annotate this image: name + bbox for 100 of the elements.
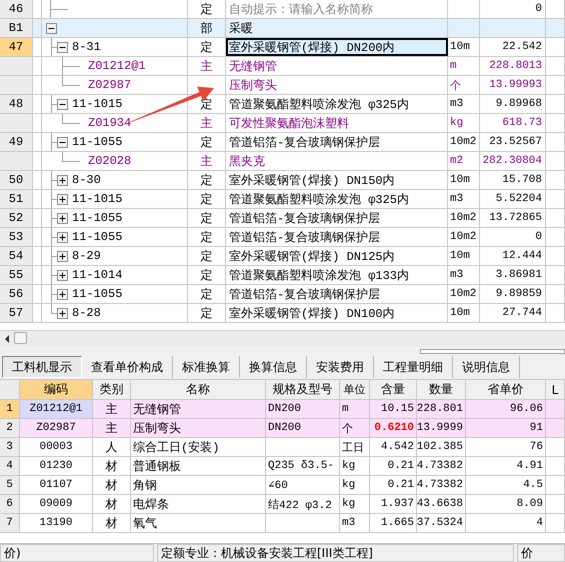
name-cell[interactable]: 管道聚氨酯塑料喷涂发泡 φ325内 [226, 95, 448, 113]
table-cell: 材 [93, 514, 131, 532]
name-cell[interactable]: 采暖 [226, 19, 448, 37]
expand-icon[interactable] [57, 232, 68, 242]
table-cell: 01230 [20, 457, 93, 475]
name-cell[interactable]: 室外采暖钢管(焊接) DN125内 [226, 247, 448, 265]
row-header[interactable]: 46 [0, 0, 33, 18]
tab[interactable]: 工料机显示 [2, 356, 82, 378]
table-cell: DN200 [266, 400, 340, 418]
name-cell[interactable]: 管道铝箔-复合玻璃钢保护层 [226, 209, 448, 227]
table-cell: 无缝钢管 [131, 400, 266, 418]
column-header[interactable]: 编码 [20, 380, 93, 399]
unit-text: 10m [450, 41, 470, 53]
row-header[interactable]: 51 [0, 190, 33, 208]
name-cell[interactable]: 黑夹克 [226, 152, 448, 170]
expand-icon[interactable] [57, 308, 68, 318]
name-cell[interactable]: 室外采暖钢管(焊接) DN150内 [226, 171, 448, 189]
table-cell: 43.6638 [417, 495, 466, 513]
row-header[interactable]: B1 [0, 19, 33, 37]
table-cell: Q235 δ3.5- [266, 457, 340, 475]
row-header[interactable]: 57 [0, 304, 33, 322]
row-header[interactable]: 1 [0, 400, 20, 418]
type-text: 部 [200, 20, 212, 36]
type-text: 定 [200, 210, 212, 226]
row-header[interactable]: 2 [0, 419, 20, 437]
row-header[interactable]: 49 [0, 133, 33, 151]
name-cell[interactable]: 管道铝箔-复合玻璃钢保护层 [226, 228, 448, 246]
expand-icon[interactable] [57, 250, 68, 262]
name-cell[interactable]: 管道聚氨酯塑料喷涂发泡 φ325内 [226, 190, 448, 208]
row-header[interactable]: 7 [0, 514, 20, 532]
unit-text: m3 [450, 193, 464, 205]
table-cell: 0.6210 [370, 419, 417, 437]
row-header[interactable]: 56 [0, 285, 33, 303]
name-cell[interactable]: 无缝钢管 [226, 57, 448, 75]
table-cell: 10.15 [370, 400, 417, 418]
row-header[interactable]: 54 [0, 247, 33, 265]
unit-text: 个 [450, 79, 461, 92]
column-header[interactable]: 名称 [131, 380, 266, 399]
table-cell: 228.801 [417, 400, 466, 418]
name-cell[interactable]: 可发性聚氨酯泡沫塑料 [226, 114, 448, 132]
collapse-icon[interactable] [57, 98, 68, 110]
code-text: 8-31 [72, 40, 101, 54]
name-cell[interactable]: 管道铝箔-复合玻璃钢保护层 [226, 285, 448, 303]
type-text: 定 [200, 230, 212, 246]
row-header[interactable]: 48 [0, 95, 33, 113]
expand-icon[interactable] [57, 174, 68, 186]
column-header[interactable]: L [546, 380, 565, 399]
name-cell[interactable]: 管道聚氨酯塑料喷涂发泡 φ133内 [226, 266, 448, 284]
column-header[interactable]: 含量 [370, 380, 417, 399]
unit-text: m3 [450, 98, 464, 110]
column-header[interactable]: 省单价 [466, 380, 546, 399]
type-text: 定 [200, 134, 212, 150]
table-cell: 电焊条 [131, 495, 266, 513]
collapse-icon[interactable] [57, 42, 68, 52]
row-header[interactable]: 53 [0, 228, 33, 246]
name-cell[interactable]: 压制弯头 [226, 76, 448, 94]
unit-text: 10m [450, 250, 470, 262]
code-text: Z02028 [88, 154, 132, 168]
scrollbar-thumb[interactable] [14, 332, 27, 344]
name-cell[interactable]: 管道铝箔-复合玻璃钢保护层 [226, 133, 448, 151]
status-bar-panel: 价) [0, 544, 154, 562]
column-header[interactable]: 类别 [93, 380, 131, 399]
table-cell: 1.665 [370, 514, 417, 532]
table-cell: 压制弯头 [131, 419, 266, 437]
table-cell: 人 [93, 438, 131, 456]
row-header[interactable]: 4 [0, 457, 20, 475]
row-header[interactable]: 3 [0, 438, 20, 456]
table-cell: 角钢 [131, 476, 266, 494]
quantity-text: 0 [535, 231, 542, 243]
row-header[interactable]: 55 [0, 266, 33, 284]
name-cell[interactable]: 室外采暖钢管(焊接) DN100内 [226, 304, 448, 322]
code-text: Z02987 [88, 78, 132, 92]
table-cell: 09009 [20, 495, 93, 513]
expand-icon[interactable] [57, 270, 68, 280]
unit-text: 10m2 [450, 288, 476, 300]
type-text: 定 [200, 306, 212, 322]
quantity-text: 5.52204 [496, 193, 542, 205]
column-header[interactable]: 单位 [340, 380, 370, 399]
row-header[interactable]: 6 [0, 495, 20, 513]
table-cell: 个 [340, 419, 370, 437]
row-header[interactable]: 52 [0, 209, 33, 227]
name-cell[interactable]: 室外采暖钢管(焊接) DN200内 [226, 38, 448, 56]
table-cell: Z01212@1 [20, 400, 93, 418]
table-cell: 结422 φ3.2 [266, 495, 340, 513]
column-header[interactable]: 数量 [417, 380, 466, 399]
row-header[interactable]: 5 [0, 476, 20, 494]
code-text: 11-1015 [72, 192, 122, 206]
name-cell[interactable]: 自动提示：请输入名称简称 [226, 0, 448, 18]
table-cell: 102.385 [417, 438, 466, 456]
mini-scrollbar[interactable] [420, 349, 565, 354]
row-header[interactable]: 50 [0, 171, 33, 189]
collapse-icon[interactable] [57, 136, 68, 148]
column-header[interactable]: 规格及型号 [266, 380, 340, 399]
unit-text: 10m2 [450, 212, 476, 224]
row-header[interactable]: 47 [0, 38, 33, 56]
expand-icon[interactable] [57, 212, 68, 224]
expand-icon[interactable] [57, 288, 68, 300]
table-cell: 4.542 [370, 438, 417, 456]
collapse-icon[interactable] [46, 22, 57, 34]
expand-icon[interactable] [57, 194, 68, 204]
